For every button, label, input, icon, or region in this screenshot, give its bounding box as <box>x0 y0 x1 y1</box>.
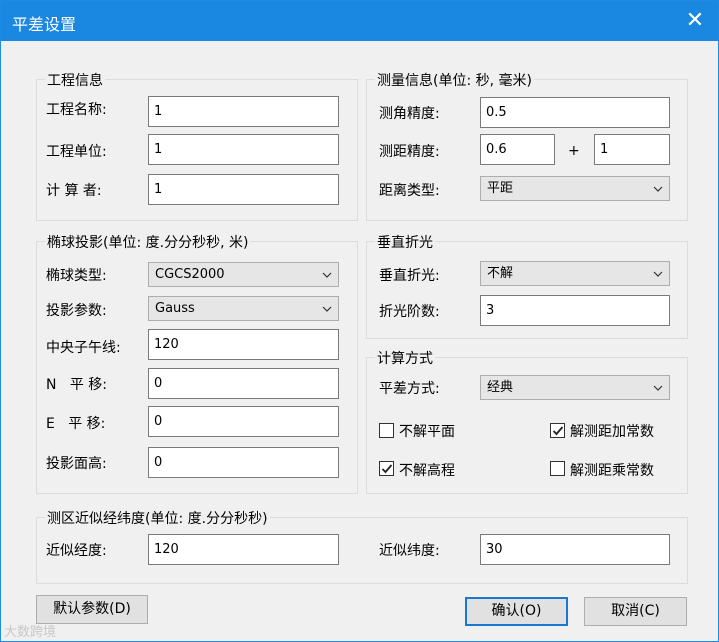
calculator-input[interactable]: 1 <box>148 174 339 205</box>
solve-scale-constant-label: 解测距乘常数 <box>570 463 654 479</box>
distance-type-value: 平距 <box>487 181 514 196</box>
approx-latitude-label: 近似纬度: <box>379 543 440 559</box>
distance-precision-a-input[interactable]: 0.6 <box>480 134 555 165</box>
settings-dialog: 平差设置 ✕ 工程信息 工程名称: 1 工程单位: 1 计 算 者: 1 测量信… <box>0 0 719 642</box>
chevron-down-icon <box>653 186 663 192</box>
chevron-down-icon <box>653 385 663 391</box>
central-meridian-label: 中央子午线: <box>46 340 121 356</box>
adjustment-method-value: 经典 <box>487 380 514 395</box>
no-elevation-checkbox[interactable] <box>379 461 394 476</box>
projection-height-input[interactable]: 0 <box>148 447 339 478</box>
chevron-down-icon <box>322 306 332 312</box>
distance-type-label: 距离类型: <box>379 183 440 199</box>
vertical-refraction-label: 垂直折光: <box>379 268 440 284</box>
title-bar: 平差设置 ✕ <box>1 1 718 41</box>
close-icon[interactable]: ✕ <box>672 1 718 41</box>
no-elevation-label: 不解高程 <box>399 463 455 479</box>
refraction-order-label: 折光阶数: <box>379 304 440 320</box>
angle-precision-label: 测角精度: <box>379 106 440 122</box>
solve-scale-constant-checkbox[interactable] <box>550 461 565 476</box>
project-unit-label: 工程单位: <box>46 144 107 160</box>
chevron-down-icon <box>653 271 663 277</box>
project-name-input[interactable]: 1 <box>148 96 339 127</box>
calc-method-legend: 计算方式 <box>375 348 435 368</box>
calculator-label: 计 算 者: <box>46 183 102 199</box>
default-params-button[interactable]: 默认参数(D) <box>36 595 148 624</box>
plus-sign: + <box>568 143 580 159</box>
confirm-button[interactable]: 确认(O) <box>465 597 568 626</box>
check-icon <box>552 426 564 436</box>
measure-info-legend: 测量信息(单位: 秒, 毫米) <box>375 70 534 90</box>
projection-param-label: 投影参数: <box>46 303 107 319</box>
adjustment-method-label: 平差方式: <box>379 381 440 397</box>
latlon-legend: 测区近似经纬度(单位: 度.分分秒秒) <box>45 508 270 528</box>
n-shift-input[interactable]: 0 <box>148 368 339 399</box>
ellipsoid-type-value: CGCS2000 <box>155 267 225 282</box>
e-shift-label: E 平 移: <box>46 416 106 432</box>
ellipsoid-type-select[interactable]: CGCS2000 <box>148 262 339 287</box>
approx-longitude-label: 近似经度: <box>46 543 107 559</box>
check-icon <box>381 464 393 474</box>
ellipsoid-legend: 椭球投影(单位: 度.分分秒秒, 米) <box>45 232 251 252</box>
solve-add-constant-checkbox[interactable] <box>550 423 565 438</box>
adjustment-method-select[interactable]: 经典 <box>480 375 670 400</box>
project-unit-input[interactable]: 1 <box>148 134 339 165</box>
angle-precision-input[interactable]: 0.5 <box>480 97 670 128</box>
ellipsoid-type-label: 椭球类型: <box>46 268 107 284</box>
distance-type-select[interactable]: 平距 <box>480 176 670 201</box>
approx-longitude-input[interactable]: 120 <box>148 534 339 565</box>
refraction-legend: 垂直折光 <box>375 232 435 252</box>
e-shift-input[interactable]: 0 <box>148 406 339 437</box>
no-plane-label: 不解平面 <box>399 424 455 440</box>
cancel-button[interactable]: 取消(C) <box>584 597 687 626</box>
window-title: 平差设置 <box>12 15 77 34</box>
distance-precision-label: 测距精度: <box>379 144 440 160</box>
projection-height-label: 投影面高: <box>46 456 107 472</box>
watermark: 大数跨境 <box>4 625 57 640</box>
vertical-refraction-select[interactable]: 不解 <box>480 261 670 286</box>
project-info-legend: 工程信息 <box>45 70 105 90</box>
refraction-order-input[interactable]: 3 <box>480 295 670 326</box>
central-meridian-input[interactable]: 120 <box>148 329 339 360</box>
n-shift-label: N 平 移: <box>46 377 107 393</box>
vertical-refraction-value: 不解 <box>487 266 514 281</box>
chevron-down-icon <box>322 272 332 278</box>
distance-precision-b-input[interactable]: 1 <box>594 134 670 165</box>
approx-latitude-input[interactable]: 30 <box>480 534 670 565</box>
projection-param-value: Gauss <box>155 301 195 316</box>
project-name-label: 工程名称: <box>46 102 107 118</box>
no-plane-checkbox[interactable] <box>379 423 394 438</box>
solve-add-constant-label: 解测距加常数 <box>570 424 654 440</box>
projection-param-select[interactable]: Gauss <box>148 296 339 321</box>
